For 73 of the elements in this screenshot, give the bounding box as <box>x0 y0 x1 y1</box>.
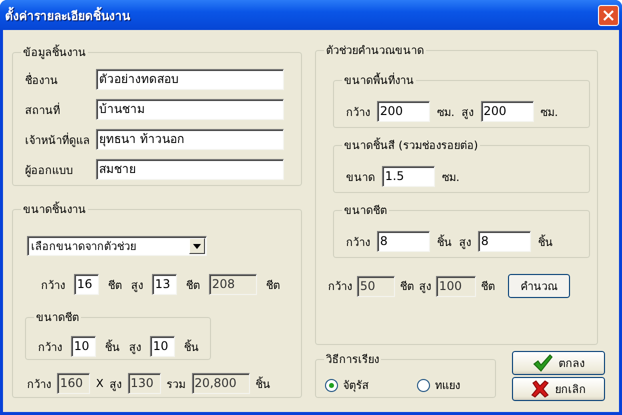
field-label: สูง <box>459 234 471 250</box>
readonly-field: 208 <box>209 274 257 295</box>
ok-button[interactable]: ตกลง <box>512 351 605 375</box>
input-field[interactable]: 200 <box>480 101 534 122</box>
field-label: ชีต <box>266 278 280 294</box>
group-title: ข้อมูลชิ้นงาน <box>23 46 86 59</box>
field-label: ชิ้น <box>538 234 553 250</box>
field-label: ชีต <box>186 278 200 294</box>
cancel-button[interactable]: ยกเลิก <box>512 377 605 401</box>
readonly-field: 130 <box>128 373 161 394</box>
radio-button[interactable] <box>417 378 430 392</box>
input-field[interactable]: ตัวอย่างทดสอบ <box>96 69 284 90</box>
close-icon <box>603 10 614 20</box>
group-title: ขนาดชิ้นงาน <box>23 203 86 216</box>
field-label: ชิ้น <box>105 338 120 356</box>
radio-label[interactable]: ทแยง <box>435 376 460 394</box>
field-label: รวม <box>166 376 186 392</box>
field-label: X <box>96 377 104 390</box>
field-label: ชิ้น <box>184 338 199 356</box>
group-title: ขนาดชิ้นสี (รวมช่องรอยต่อ) <box>344 139 478 152</box>
group-title: ขนาดชีต <box>344 204 387 217</box>
input-field[interactable]: 16 <box>74 274 99 295</box>
input-field[interactable]: 10 <box>150 336 175 357</box>
input-field[interactable]: สมชาย <box>96 159 284 180</box>
dropdown[interactable]: เลือกขนาดจากตัวช่วย <box>27 236 207 256</box>
field-label: ซม. <box>437 104 454 120</box>
readonly-field: 50 <box>357 276 395 296</box>
field-label: สูง <box>129 340 141 356</box>
cross-icon <box>531 380 549 398</box>
radio-label[interactable]: จัตุรัส <box>343 376 369 394</box>
field-label: ชีต <box>400 279 414 295</box>
readonly-field: 20,800 <box>192 373 250 394</box>
checkmark-icon <box>532 354 552 372</box>
field-label: ชีต <box>108 278 122 294</box>
field-label: กว้าง <box>346 104 370 120</box>
field-label: สูง <box>419 279 431 295</box>
field-label: กว้าง <box>41 278 65 294</box>
input-field[interactable]: 8 <box>377 231 430 252</box>
input-field[interactable]: บ้านชาม <box>96 99 284 120</box>
window-title: ตั้งค่ารายละเอียดชิ้นงาน <box>5 6 130 24</box>
field-label: ผู้ออกแบบ <box>25 162 74 178</box>
field-label: สูง <box>110 376 122 392</box>
dropdown-value: เลือกขนาดจากตัวช่วย <box>31 239 136 255</box>
calculate-button[interactable]: คำนวณ <box>508 274 570 298</box>
field-label: สูง <box>131 278 143 294</box>
readonly-field: 100 <box>436 276 476 296</box>
field-label: ชื่องาน <box>25 72 59 88</box>
field-label: กว้าง <box>38 340 62 356</box>
group-title: วิธีการเรียง <box>326 353 379 366</box>
field-label: ซม. <box>540 104 558 120</box>
input-field[interactable]: 200 <box>377 101 430 122</box>
field-label: สถานที่ <box>25 102 61 118</box>
field-label: กว้าง <box>328 279 352 295</box>
field-label: ชิ้น <box>256 376 271 392</box>
input-field[interactable]: 13 <box>152 274 177 295</box>
group-title: ขนาดชีต <box>36 311 79 324</box>
field-label: ขนาด <box>346 170 375 186</box>
field-label: กว้าง <box>346 234 370 250</box>
field-label: เจ้าหน้าที่ดูแล <box>25 132 91 148</box>
group-title: ตัวช่วยคำนวณขนาด <box>326 44 424 57</box>
input-field[interactable]: 8 <box>478 231 531 252</box>
field-label: กว้าง <box>27 376 51 392</box>
readonly-field: 160 <box>57 373 90 394</box>
field-label: ชีต <box>481 279 495 295</box>
radio-button[interactable] <box>325 378 338 392</box>
group-title: ขนาดพื้นที่งาน <box>344 74 414 87</box>
close-button[interactable] <box>598 4 619 26</box>
input-field[interactable]: ยุทธนา ท้าวนอก <box>96 129 284 150</box>
input-field[interactable]: 1.5 <box>382 166 435 187</box>
field-label: สูง <box>462 104 474 120</box>
field-label: ชิ้น <box>437 234 452 250</box>
input-field[interactable]: 10 <box>71 336 96 357</box>
field-label: ซม. <box>442 170 460 186</box>
